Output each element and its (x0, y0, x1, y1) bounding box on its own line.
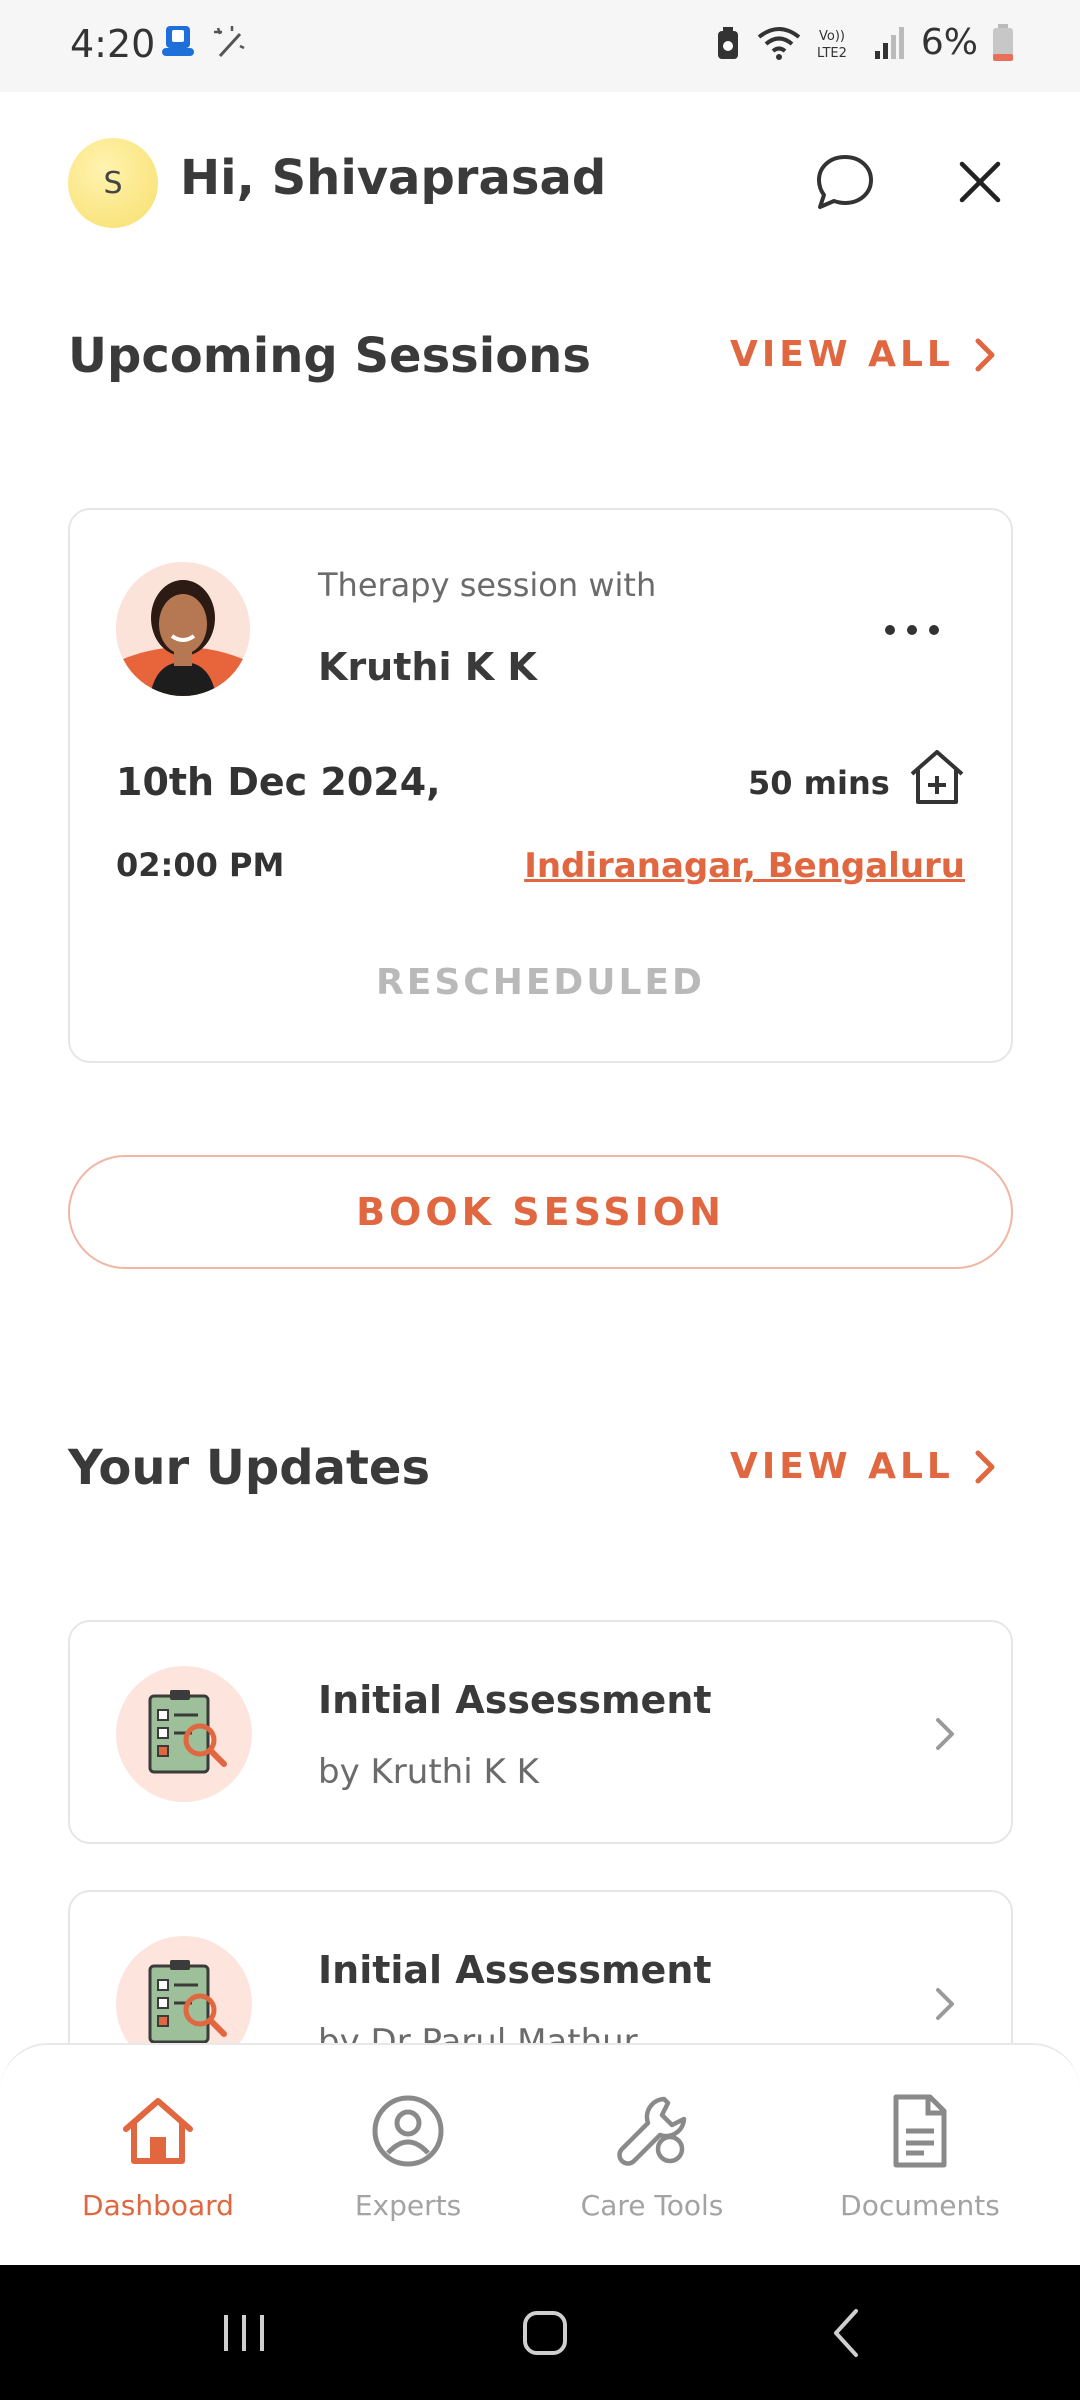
session-date: 10th Dec 2024, (116, 760, 441, 804)
bottom-navigation: Dashboard Experts Care Tools Documents (0, 2043, 1080, 2265)
avatar[interactable]: S (68, 138, 158, 228)
upcoming-view-all-link[interactable]: VIEW ALL (730, 334, 1000, 375)
nav-label: Documents (840, 2189, 1000, 2222)
avatar-initial: S (103, 165, 123, 201)
nav-experts[interactable]: Experts (340, 2091, 476, 2222)
more-options-icon[interactable] (882, 620, 942, 640)
view-all-label: VIEW ALL (730, 334, 954, 375)
session-card[interactable]: Therapy session with Kruthi K K 10th Dec… (68, 508, 1013, 1063)
chevron-right-icon (936, 1718, 954, 1750)
therapist-name: Kruthi K K (318, 645, 537, 689)
session-location-link[interactable]: Indiranagar, Bengaluru (524, 846, 965, 886)
update-title: Initial Assessment (318, 1678, 712, 1722)
upcoming-sessions-title: Upcoming Sessions (68, 328, 591, 384)
update-card[interactable]: Initial Assessment by Kruthi K K (68, 1620, 1013, 1844)
greeting-text: Hi, Shivaprasad (180, 150, 607, 206)
wrench-icon (617, 2096, 687, 2166)
nav-label: Dashboard (82, 2189, 234, 2222)
clinic-icon (910, 750, 964, 804)
signal-icon (874, 26, 904, 59)
svg-text:Vo)): Vo)) (819, 29, 845, 44)
chevron-right-icon (936, 1988, 954, 2020)
home-icon (123, 2098, 193, 2164)
back-icon[interactable] (818, 2303, 878, 2363)
recent-apps-icon[interactable] (214, 2303, 274, 2363)
view-all-label: VIEW ALL (730, 1446, 954, 1487)
updates-view-all-link[interactable]: VIEW ALL (730, 1446, 1000, 1487)
system-navigation-bar (0, 2265, 1080, 2400)
document-icon (893, 2094, 947, 2168)
magic-wand-icon (214, 26, 245, 58)
chevron-right-icon (975, 338, 995, 371)
battery-saver-icon (717, 26, 738, 59)
session-status: RESCHEDULED (376, 962, 705, 1003)
person-icon (372, 2095, 444, 2167)
session-duration: 50 mins (748, 764, 890, 802)
status-time: 4:20 (70, 22, 156, 66)
nav-label: Experts (354, 2189, 462, 2222)
wifi-icon (757, 26, 801, 60)
update-author: by Kruthi K K (318, 1752, 539, 1792)
therapist-photo (116, 562, 250, 696)
status-bar: 4:20 Vo)) LTE2 6% (0, 0, 1080, 92)
app-notification-icon (162, 26, 194, 56)
chevron-right-icon (975, 1450, 995, 1483)
book-session-button[interactable]: BOOK SESSION (68, 1155, 1013, 1269)
nav-label: Care Tools (580, 2189, 724, 2222)
update-title: Initial Assessment (318, 1948, 712, 1992)
nav-care-tools[interactable]: Care Tools (572, 2091, 732, 2222)
volte-icon: Vo)) LTE2 (817, 29, 847, 61)
assessment-clipboard-icon (116, 1666, 252, 1802)
app-header: S Hi, Shivaprasad (0, 92, 1080, 272)
home-button-icon[interactable] (515, 2303, 575, 2363)
chat-icon[interactable] (814, 152, 876, 212)
battery-icon (993, 23, 1013, 61)
svg-text:LTE2: LTE2 (817, 46, 847, 61)
session-time: 02:00 PM (116, 846, 285, 884)
session-with-label: Therapy session with (318, 566, 657, 604)
battery-percentage: 6% (920, 22, 978, 63)
nav-documents[interactable]: Documents (832, 2091, 1008, 2222)
nav-dashboard[interactable]: Dashboard (82, 2091, 234, 2222)
close-icon[interactable] (950, 152, 1010, 212)
your-updates-title: Your Updates (68, 1440, 431, 1496)
